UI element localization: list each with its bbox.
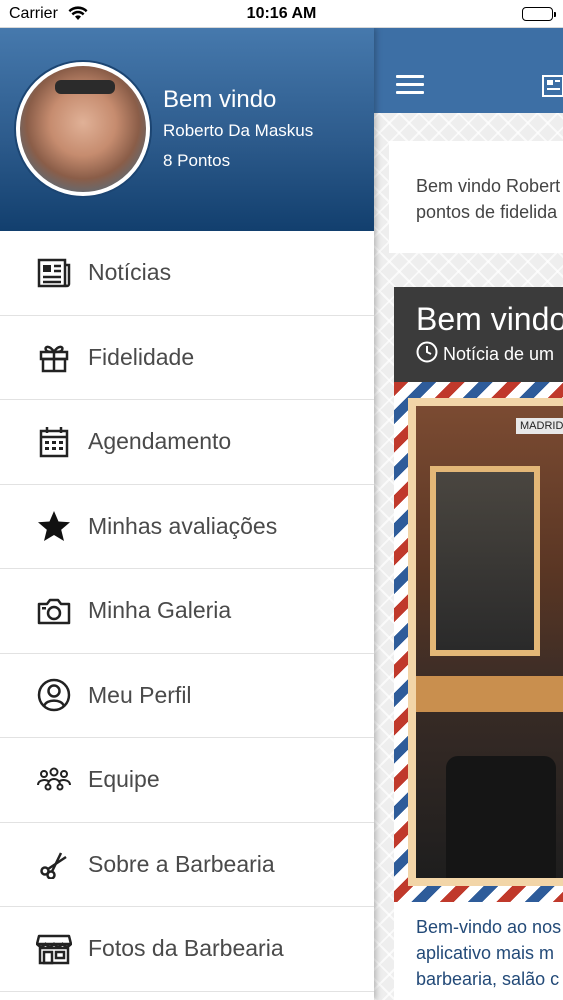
team-icon [36, 762, 72, 798]
menu-item-equipe[interactable]: Equipe [0, 738, 374, 823]
menu-label: Agendamento [88, 428, 232, 455]
user-points: 8 Pontos [163, 151, 231, 170]
calendar-icon [36, 424, 72, 460]
news-body-line1: Bem-vindo ao nos [416, 917, 562, 937]
main-content: Bem vindo Robert pontos de fidelida Bem … [374, 28, 563, 1000]
camera-icon [36, 593, 72, 629]
welcome-card[interactable]: Bem vindo Robert pontos de fidelida [389, 141, 563, 253]
menu-item-fotos-da-barbearia[interactable]: Fotos da Barbearia [0, 907, 374, 992]
news-body-line3: barbearia, salão c [416, 969, 560, 989]
status-bar: Carrier 10:16 AM [0, 0, 563, 28]
battery-icon [522, 7, 556, 21]
menu-label: Minha Galeria [88, 597, 232, 624]
news-body-line2: aplicativo mais m [416, 943, 555, 963]
menu-label: Meu Perfil [88, 681, 192, 708]
menu-item-minha-galeria[interactable]: Minha Galeria [0, 569, 374, 654]
news-card[interactable]: Bem vindo Notícia de um MADRID Bem-vindo… [394, 287, 563, 1000]
gift-icon [36, 339, 72, 375]
menu-label: Minhas avaliações [88, 512, 278, 539]
menu-item-fidelidade[interactable]: Fidelidade [0, 316, 374, 400]
barbershop-photo: MADRID [408, 398, 563, 886]
news-subtitle-row: Notícia de um [416, 341, 563, 368]
scissors-icon [36, 846, 72, 882]
welcome-card-line1: Bem vindo Robert [416, 176, 561, 196]
clock-icon [416, 341, 438, 368]
drawer-menu: Notícias Fidelidade Agendamento Minhas a… [0, 231, 374, 992]
welcome-card-line2: pontos de fidelida [416, 202, 558, 222]
star-icon [36, 508, 72, 544]
menu-icon[interactable] [396, 75, 424, 95]
newspaper-icon[interactable] [542, 74, 563, 103]
menu-item-noticias[interactable]: Notícias [0, 231, 374, 316]
menu-label: Fidelidade [88, 343, 195, 370]
news-title: Bem vindo [416, 301, 563, 337]
menu-item-agendamento[interactable]: Agendamento [0, 400, 374, 485]
store-icon [36, 931, 72, 967]
news-body: Bem-vindo ao nos aplicativo mais m barbe… [394, 902, 563, 992]
photo-sign: MADRID [516, 418, 563, 434]
drawer-welcome: Bem vindo [163, 86, 277, 113]
menu-label: Notícias [88, 259, 172, 286]
user-circle-icon [36, 677, 72, 713]
menu-item-minhas-avaliacoes[interactable]: Minhas avaliações [0, 485, 374, 569]
top-app-bar [374, 28, 563, 113]
avatar[interactable] [16, 62, 150, 196]
menu-label: Equipe [88, 766, 160, 793]
status-time: 10:16 AM [246, 5, 317, 22]
news-subtitle: Notícia de um [443, 344, 555, 364]
drawer-header: Bem vindo Roberto Da Maskus 8 Pontos [0, 28, 374, 231]
menu-label: Sobre a Barbearia [88, 850, 275, 877]
navigation-drawer: Bem vindo Roberto Da Maskus 8 Pontos Not… [0, 28, 374, 1000]
menu-label: Fotos da Barbearia [88, 935, 284, 962]
menu-item-meu-perfil[interactable]: Meu Perfil [0, 654, 374, 738]
news-header: Bem vindo Notícia de um [394, 287, 563, 382]
menu-item-sobre-a-barbearia[interactable]: Sobre a Barbearia [0, 823, 374, 907]
user-name: Roberto Da Maskus [163, 121, 314, 140]
newspaper-icon [36, 255, 72, 291]
news-image: MADRID [394, 382, 563, 902]
